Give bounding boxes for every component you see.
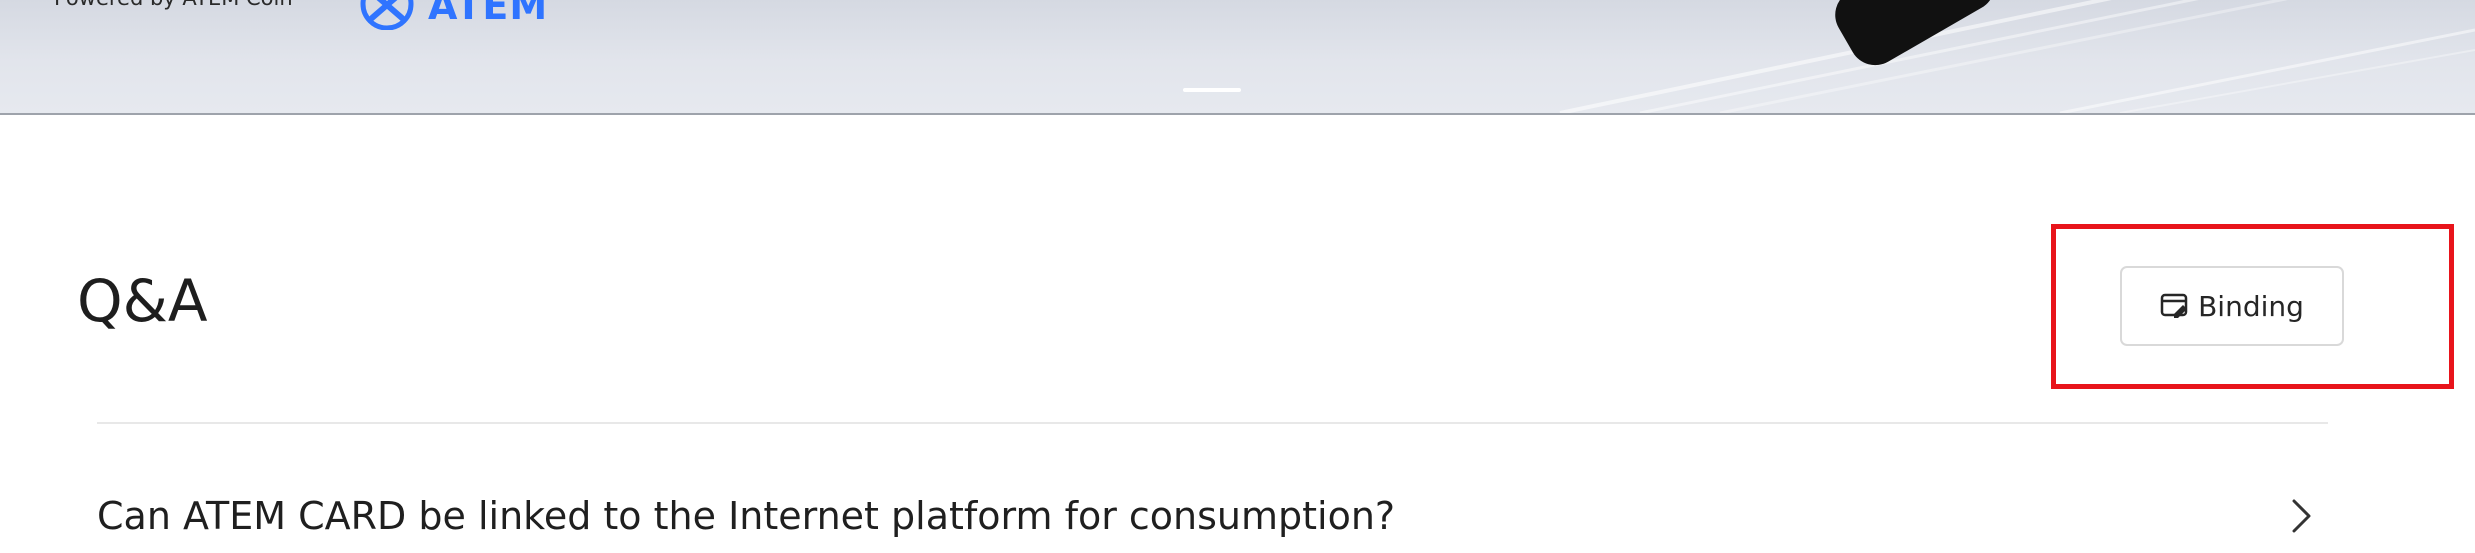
hero-banner: Powered by ATEM Coin ATEM xyxy=(0,0,2475,115)
brand-name: ATEM xyxy=(428,0,549,28)
brand-logo: ATEM xyxy=(352,0,548,30)
qa-question-text: Can ATEM CARD be linked to the Internet … xyxy=(97,494,1396,538)
page: Powered by ATEM Coin ATEM Q&A Binding Ca… xyxy=(0,0,2475,553)
card-edit-icon xyxy=(2160,293,2188,318)
carousel-indicators xyxy=(1183,88,1241,92)
binding-button[interactable]: Binding xyxy=(2120,266,2344,346)
atem-logo-icon xyxy=(360,0,414,30)
section-divider xyxy=(97,422,2328,424)
qa-section-title: Q&A xyxy=(77,267,208,335)
binding-button-label: Binding xyxy=(2198,289,2304,323)
powered-by-text: Powered by ATEM Coin xyxy=(54,0,293,10)
qa-list-item[interactable]: Can ATEM CARD be linked to the Internet … xyxy=(97,482,2328,550)
carousel-indicator-active[interactable] xyxy=(1183,88,1241,92)
chevron-right-icon xyxy=(2292,499,2311,533)
